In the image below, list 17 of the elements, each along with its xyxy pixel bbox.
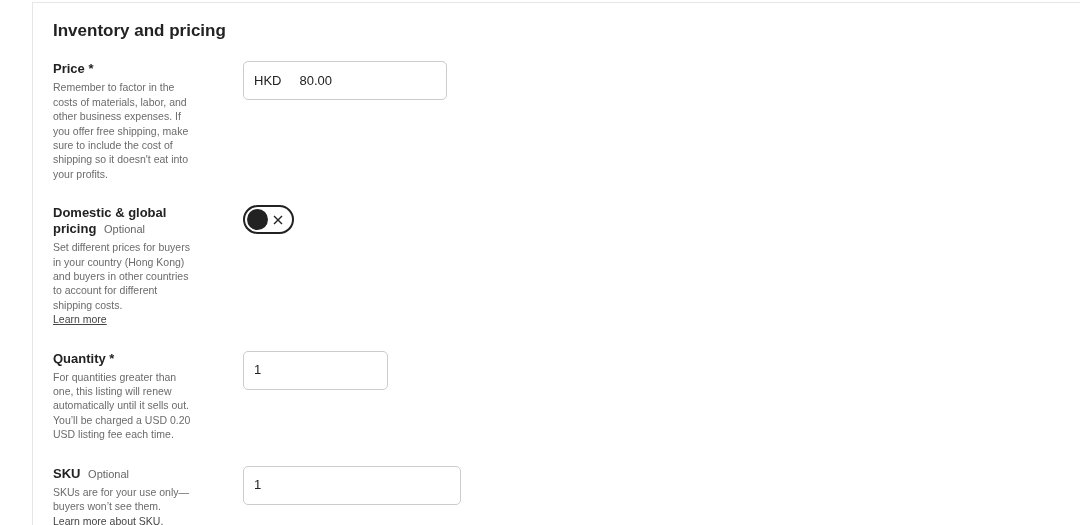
field-label: Price *	[53, 61, 95, 78]
help-text: Set different prices for buyers in your country (Hong Kong) and buyers in other countries to account for different shipping costs.	[53, 241, 190, 311]
price-field[interactable]: HKD 80.00	[243, 61, 447, 101]
text-field[interactable]: 1	[243, 465, 461, 505]
toggle-switch[interactable]	[243, 205, 294, 235]
field-description: Remember to factor in the costs of materials, labor, and other business expenses. If you offer free shipping, make sure to include the cost of shipping so it doesn't eat into your profits.	[53, 80, 190, 182]
field-label: Domestic & global pricing Optional	[53, 205, 168, 238]
help-text: SKUs are for your use only—buyers won’t see them.	[53, 485, 189, 513]
field-label: SKU Optional	[53, 465, 131, 482]
currency-prefix: HKD	[254, 72, 282, 91]
section-title: Inventory and pricing	[53, 21, 227, 42]
close-icon	[272, 213, 284, 226]
field-label: Quantity *	[53, 350, 116, 367]
field-description: For quantities greater than one, this listing will renew automatically until it sells out. You’ll be charged a USD 0.20 USD listing fee each time.	[53, 369, 192, 442]
learn-more-link[interactable]: Learn more about SKU.	[53, 514, 164, 525]
learn-more-link[interactable]: Learn more	[53, 312, 193, 327]
text-field[interactable]: 1	[243, 350, 388, 390]
